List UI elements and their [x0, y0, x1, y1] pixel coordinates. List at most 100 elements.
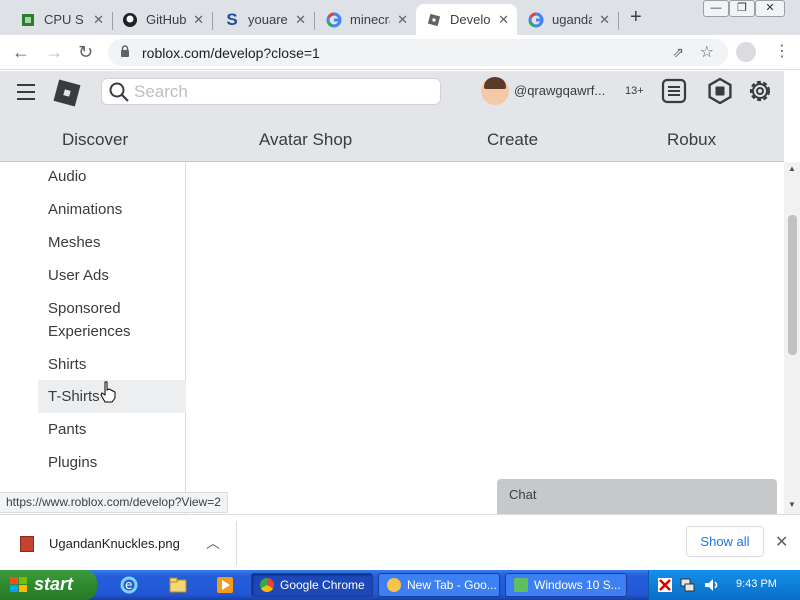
internet-explorer-icon[interactable]: e	[120, 576, 138, 594]
maximize-button[interactable]: ❐	[729, 0, 755, 17]
page-content: Audio Animations Meshes User Ads Sponsor…	[0, 162, 784, 514]
cpu-icon	[20, 12, 36, 28]
sidebar-item-user-ads[interactable]: User Ads	[38, 264, 186, 287]
task-label: Windows 10 S...	[534, 578, 621, 592]
close-icon[interactable]: ✕	[397, 12, 408, 28]
close-icon[interactable]: ✕	[295, 12, 306, 28]
screen: CPU Stats ✕ GitHub ✕ S youarean ✕ minecr…	[0, 0, 800, 600]
roblox-logo[interactable]	[53, 79, 81, 107]
close-icon[interactable]: ✕	[93, 12, 104, 28]
back-arrow-icon[interactable]: ←	[12, 42, 30, 63]
notifications-list-icon[interactable]	[660, 77, 688, 105]
tab-title: uganda	[552, 12, 592, 27]
age-badge: 13+	[625, 85, 644, 97]
task-label: New Tab - Goo...	[407, 578, 497, 592]
profile-icon[interactable]	[736, 42, 756, 62]
menu-kebab-icon[interactable]: ⋮	[774, 41, 790, 61]
folder-icon[interactable]	[169, 576, 187, 594]
download-filename[interactable]: UgandanKnuckles.png	[49, 536, 180, 551]
tab-youarean[interactable]: S youarean ✕	[214, 4, 314, 35]
tab-title: minecraft	[350, 12, 390, 27]
image-file-icon	[20, 536, 34, 552]
google-icon	[528, 12, 544, 28]
github-icon	[122, 12, 138, 28]
task-windows-10[interactable]: Windows 10 S...	[505, 573, 627, 597]
chat-bar[interactable]: Chat	[497, 479, 777, 514]
main-nav: Discover Avatar Shop Create Robux	[0, 130, 784, 152]
tab-strip: CPU Stats ✕ GitHub ✕ S youarean ✕ minecr…	[0, 0, 800, 35]
security-alert-icon[interactable]	[657, 577, 673, 593]
new-tab-button[interactable]: +	[630, 6, 642, 29]
task-new-tab[interactable]: New Tab - Goo...	[378, 573, 500, 597]
start-label: start	[34, 574, 74, 594]
hamburger-menu-icon[interactable]	[17, 84, 35, 105]
s-icon: S	[226, 9, 238, 29]
tab-minecraft[interactable]: minecraft ✕	[316, 4, 416, 35]
lock-icon	[120, 45, 130, 63]
settings-gear-icon[interactable]	[746, 77, 774, 105]
scroll-up-arrow[interactable]: ▲	[788, 164, 796, 173]
task-google-chrome[interactable]: Google Chrome	[251, 573, 373, 597]
chevron-up-icon[interactable]: ︿	[206, 533, 220, 553]
username[interactable]: @qrawgqawrf...	[514, 83, 605, 98]
nav-robux[interactable]: Robux	[667, 130, 716, 150]
task-label: Google Chrome	[280, 578, 365, 592]
volume-icon[interactable]	[703, 577, 719, 593]
windows-flag-icon	[10, 577, 27, 592]
search-icon	[108, 81, 130, 108]
avatar[interactable]	[481, 77, 509, 105]
chat-label: Chat	[509, 487, 537, 502]
system-tray: 9:43 PM	[648, 570, 800, 600]
close-icon[interactable]: ✕	[599, 12, 610, 28]
tab-github[interactable]: GitHub ✕	[112, 4, 212, 35]
chrome-icon	[260, 578, 274, 592]
sidebar-item-animations[interactable]: Animations	[38, 198, 186, 221]
show-all-button[interactable]: Show all	[686, 526, 764, 557]
scroll-down-arrow[interactable]: ▼	[788, 500, 796, 509]
forward-arrow-icon[interactable]: →	[45, 42, 63, 63]
network-icon[interactable]	[679, 577, 695, 593]
robux-icon[interactable]	[706, 77, 734, 105]
minimize-button[interactable]: —	[703, 0, 729, 17]
tab-title: CPU Stats	[44, 12, 84, 27]
share-icon[interactable]: ⇗	[672, 44, 684, 61]
window-close-button[interactable]: ✕	[755, 0, 785, 17]
sidebar-item-sponsored-experiences[interactable]: Sponsored Experiences	[38, 297, 158, 343]
svg-text:e: e	[125, 578, 132, 592]
media-player-icon[interactable]	[216, 576, 234, 594]
search-input[interactable]	[134, 81, 424, 103]
sidebar-item-pants[interactable]: Pants	[38, 418, 186, 441]
url-text: roblox.com/develop?close=1	[142, 45, 320, 61]
nav-create[interactable]: Create	[487, 130, 538, 150]
sidebar-item-meshes[interactable]: Meshes	[38, 231, 186, 254]
taskbar: start e Google Chrome New Tab - Goo... W…	[0, 570, 800, 600]
close-icon[interactable]: ✕	[775, 532, 788, 552]
bookmark-star-icon[interactable]: ☆	[700, 42, 714, 62]
roblox-header: @qrawgqawrf... 13+ Discover Avatar Shop …	[0, 71, 784, 162]
close-icon[interactable]: ✕	[193, 12, 204, 28]
roblox-icon	[426, 12, 442, 28]
close-icon[interactable]: ✕	[498, 12, 509, 28]
download-shelf: UgandanKnuckles.png ︿ Show all ✕	[0, 514, 800, 570]
nav-avatar-shop[interactable]: Avatar Shop	[259, 130, 352, 150]
tab-title: GitHub	[146, 12, 186, 27]
scrollbar-thumb[interactable]	[788, 215, 797, 355]
start-button[interactable]: start	[0, 570, 97, 600]
google-icon	[326, 12, 342, 28]
page-scrollbar[interactable]: ▲ ▼	[784, 162, 800, 514]
sidebar-item-shirts[interactable]: Shirts	[38, 353, 186, 376]
clock: 9:43 PM	[736, 578, 777, 590]
sidebar-item-audio[interactable]: Audio	[38, 165, 186, 188]
search-box[interactable]	[101, 78, 441, 105]
reload-icon[interactable]: ↻	[78, 42, 93, 63]
tab-develop[interactable]: Develop ✕	[416, 4, 517, 35]
sidebar-item-plugins[interactable]: Plugins	[38, 451, 186, 474]
browser-toolbar: ← → ↻ roblox.com/develop?close=1 ⇗ ☆ ⋮	[0, 35, 800, 70]
address-bar[interactable]: roblox.com/develop?close=1 ⇗ ☆	[108, 39, 728, 66]
tab-title: youarean	[248, 12, 288, 27]
nav-discover[interactable]: Discover	[62, 130, 128, 150]
tab-cpu-stats[interactable]: CPU Stats ✕	[10, 4, 112, 35]
hand-cursor-icon	[100, 381, 116, 408]
status-url: https://www.roblox.com/develop?View=2	[0, 492, 228, 513]
tab-uganda[interactable]: uganda ✕	[518, 4, 618, 35]
